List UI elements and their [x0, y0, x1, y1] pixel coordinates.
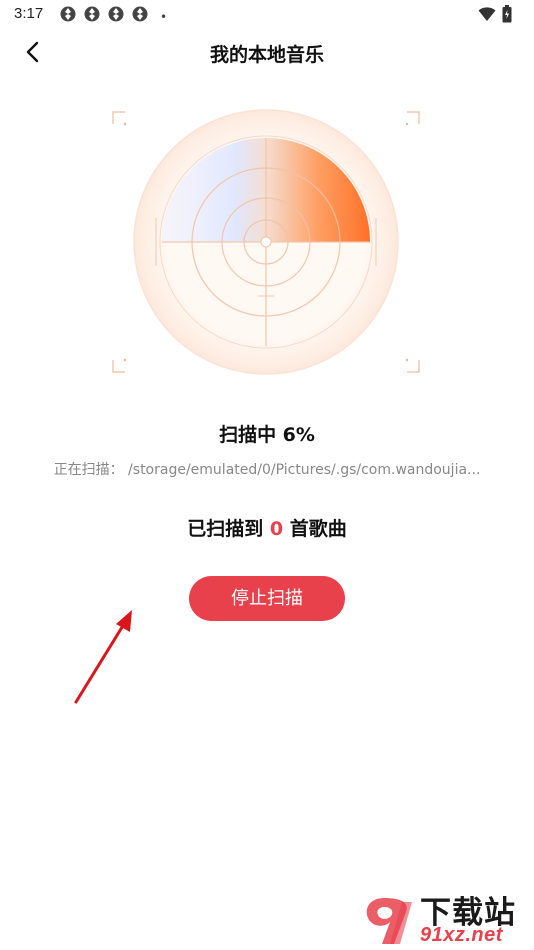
battery-icon — [502, 5, 512, 23]
scan-progress-text: 扫描中 6% — [219, 424, 315, 446]
watermark-url: 91xz.net — [420, 924, 503, 946]
app-notification-icon — [60, 6, 76, 22]
91-logo — [366, 898, 412, 944]
page-title: 我的本地音乐 — [209, 44, 324, 66]
nav-bar: 我的本地音乐 — [0, 28, 534, 78]
watermark: 下载站 91xz.net — [362, 888, 534, 950]
status-bar: 3:17 • — [0, 0, 534, 28]
stop-scan-button[interactable]: 停止扫描 — [189, 576, 345, 621]
status-right-icons — [478, 5, 518, 23]
status-more-dot: • — [160, 10, 168, 24]
scan-found-count: 已扫描到 0 首歌曲 — [0, 514, 534, 541]
status-time: 3:17 — [14, 5, 44, 22]
scan-current-path: 正在扫描： /storage/emulated/0/Pictures/.gs/c… — [53, 462, 481, 478]
scan-count-prefix: 已扫描到 — [187, 518, 270, 540]
wifi-icon — [478, 7, 496, 21]
radar-scan-graphic — [112, 109, 420, 375]
scan-count-suffix: 首歌曲 — [283, 518, 347, 540]
scan-count-value: 0 — [269, 518, 284, 540]
app-notification-icon — [108, 6, 124, 22]
annotation-arrow-icon — [74, 610, 132, 704]
app-notification-icon — [132, 6, 148, 22]
app-notification-icon — [84, 6, 100, 22]
